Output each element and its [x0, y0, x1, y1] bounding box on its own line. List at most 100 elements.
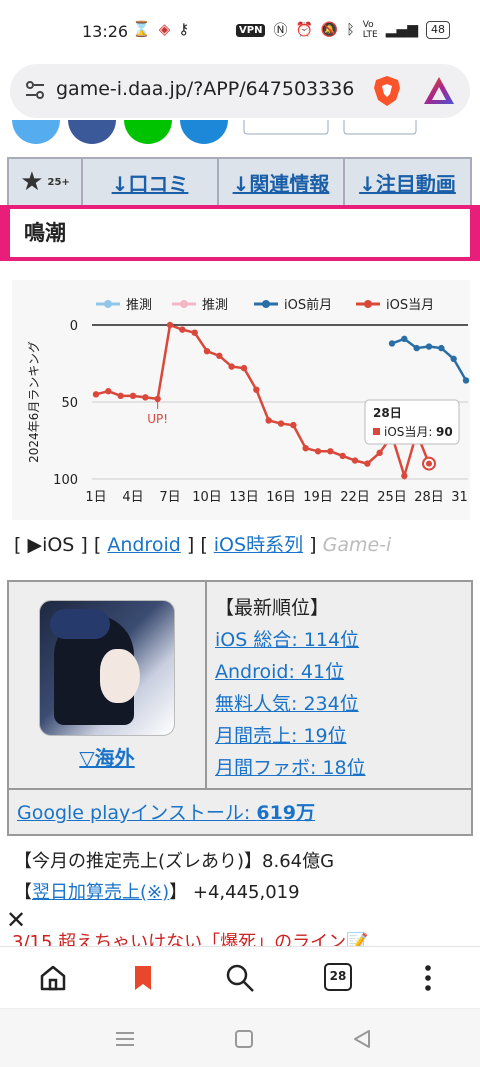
ios-link: [ ▶iOS ]: [14, 534, 88, 556]
browser-toolbar: 28: [0, 946, 480, 1008]
legend-label: iOS当月: [386, 298, 434, 313]
estimate-label: 【今月の推定売上(ズレあり)】: [14, 851, 263, 872]
tooltip-swatch: [373, 428, 380, 435]
legend-label: 推測: [126, 298, 152, 313]
data-point: [327, 448, 334, 455]
monthly-sales-rank-link[interactable]: 月間売上: 19位: [215, 725, 347, 747]
y-tick-label: 0: [70, 319, 78, 334]
site-settings-icon[interactable]: [24, 79, 46, 101]
tab-favorite[interactable]: ★ 25+: [9, 159, 83, 205]
status-bar: 13:26 ⌛ ◈ ⚷ VPN Ⓝ ⏰ 🔕 ᛒ Vo LTE ▂▄▆ 48: [0, 0, 480, 62]
data-point: [351, 457, 359, 464]
data-point: [191, 329, 198, 336]
address-bar[interactable]: game-i.daa.jp/?APP/647503336: [10, 64, 470, 118]
x-tick-label: 7日: [159, 490, 180, 505]
data-point: [314, 448, 322, 455]
game-info-table: ▽海外 【最新順位】 iOS 総合: 114位 Android: 41位 無料人…: [7, 580, 473, 836]
vpn-badge: VPN: [236, 23, 266, 37]
data-point: [302, 445, 309, 452]
legend-marker: [104, 300, 112, 308]
legend-marker: [364, 300, 372, 308]
x-tick-label: 13日: [229, 490, 259, 505]
brave-shields-icon[interactable]: [370, 74, 404, 108]
data-point: [142, 394, 149, 401]
platform-links: [ ▶iOS ] [ Android ] [ iOS時系列 ] Game-i: [14, 534, 392, 556]
data-point: [253, 386, 260, 393]
x-tick-label: 28日: [414, 490, 444, 505]
android-link[interactable]: Android: [107, 534, 180, 556]
back-icon[interactable]: [352, 1029, 372, 1049]
line-share-icon[interactable]: [124, 120, 172, 144]
app-notification-icon: ◈: [158, 20, 171, 38]
tab-videos[interactable]: ↓注目動画: [345, 159, 470, 205]
monthly-fav-rank-link[interactable]: 月間ファボ: 18位: [215, 757, 366, 779]
share-count-button[interactable]: [343, 120, 417, 135]
next-day-sales-link[interactable]: 翌日加算売上(※): [32, 882, 169, 903]
game-icon[interactable]: [39, 600, 175, 736]
favorite-count: 25+: [47, 176, 70, 188]
region-link[interactable]: ▽海外: [79, 742, 134, 771]
up-annotation: UP!: [147, 412, 168, 426]
next-day-value: +4,445,019: [192, 882, 300, 903]
bookmark-icon[interactable]: [128, 963, 158, 993]
twitter-share-icon[interactable]: [12, 120, 60, 144]
tab-reviews[interactable]: ↓口コミ: [83, 159, 219, 205]
share-count-button[interactable]: [243, 120, 329, 135]
data-point: [179, 326, 186, 333]
google-play-value[interactable]: 619万: [256, 802, 315, 824]
news-link[interactable]: 3/15 超えちゃいけない「爆死」のライン📝: [12, 928, 369, 946]
data-point: [277, 420, 285, 427]
data-point: [339, 452, 346, 460]
android-rank-link[interactable]: Android: 41位: [215, 661, 344, 683]
hatena-share-icon[interactable]: [180, 120, 228, 144]
hourglass-icon: ⌛: [132, 20, 151, 38]
url-text[interactable]: game-i.daa.jp/?APP/647503336: [56, 78, 358, 100]
bluetooth-icon: ᛒ: [346, 22, 355, 38]
data-point: [117, 392, 124, 400]
recents-icon[interactable]: [114, 1029, 136, 1049]
estimate-value: 8.64億G: [262, 851, 335, 872]
x-tick-label: 25日: [377, 490, 407, 505]
data-point: [216, 352, 223, 359]
data-point: [265, 417, 272, 424]
x-tick-label: 4日: [122, 490, 143, 505]
y-axis-label: 2024年6月ランキング: [27, 341, 41, 463]
x-tick-label: 1日: [85, 490, 106, 505]
data-point: [364, 460, 371, 467]
free-rank-link[interactable]: 無料人気: 234位: [215, 693, 359, 715]
data-point: [401, 472, 408, 480]
tab-related[interactable]: ↓関連情報: [219, 159, 345, 205]
search-icon[interactable]: [225, 963, 255, 993]
section-tabs: ★ 25+ ↓口コミ ↓関連情報 ↓注目動画: [7, 157, 472, 207]
data-point: [376, 449, 383, 457]
ranking-chart: 0 50 100 2024年6月ランキング 1日 4日 7日 10日 13日 16日 19日 22日 2…: [12, 280, 480, 520]
google-play-installs[interactable]: Google playインストール: 619万: [9, 788, 471, 834]
x-tick-label: 19日: [303, 490, 333, 505]
brave-rewards-icon[interactable]: [422, 74, 456, 108]
data-point: [401, 335, 408, 343]
tabs-counter[interactable]: 28: [324, 963, 352, 991]
data-point: [203, 347, 211, 355]
game-title-banner: 鳴潮: [0, 205, 480, 261]
data-point: [92, 391, 100, 398]
system-icons: VPN Ⓝ ⏰ 🔕 ᛒ Vo LTE ▂▄▆ 48: [236, 20, 450, 40]
y-tick-label: 100: [53, 473, 78, 488]
system-navigation-bar: [0, 1008, 480, 1067]
ios-total-rank-link[interactable]: iOS 総合: 114位: [215, 629, 359, 651]
latest-rank-header: 【最新順位】: [215, 597, 330, 619]
data-point: [425, 343, 433, 350]
ranking-chart-svg: 0 50 100 2024年6月ランキング 1日 4日 7日 10日 13日 16日 19日 22日 2…: [27, 297, 480, 505]
data-point: [105, 388, 112, 395]
google-play-label[interactable]: Google playインストール:: [17, 802, 256, 824]
home-button-icon[interactable]: [234, 1029, 254, 1049]
more-menu-icon[interactable]: [413, 963, 443, 993]
clock: 13:26: [82, 22, 129, 41]
sales-info: 【今月の推定売上(ズレあり)】8.64億G 【翌日加算売上(※)】 +4,445…: [14, 851, 335, 903]
site-brand: Game-i: [322, 534, 392, 556]
ios-timeline-link[interactable]: iOS時系列: [214, 534, 303, 556]
home-icon[interactable]: [38, 963, 68, 993]
volte-icon: Vo LTE: [362, 20, 378, 40]
share-buttons: [12, 120, 417, 144]
facebook-share-icon[interactable]: [68, 120, 116, 144]
legend-label: 推測: [202, 298, 228, 313]
